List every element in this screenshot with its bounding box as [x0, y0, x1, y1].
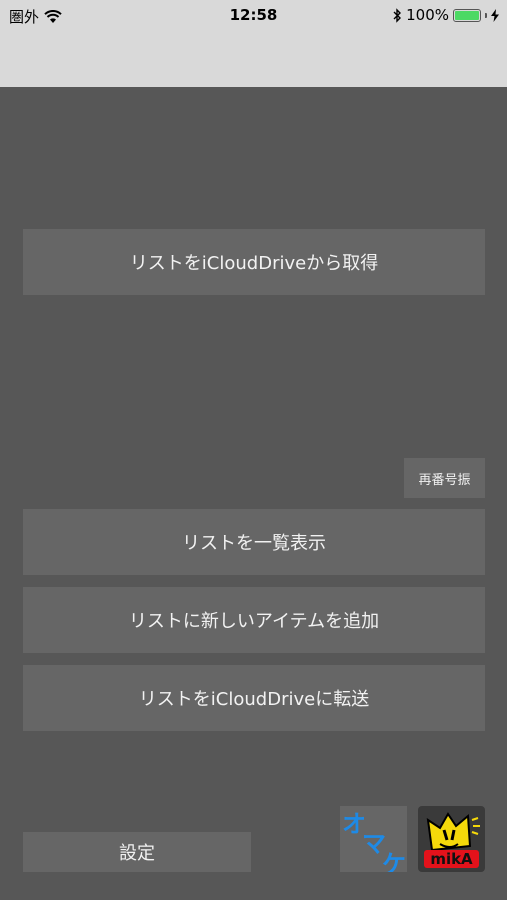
battery-icon — [453, 8, 481, 22]
show-list-button[interactable]: リストを一覧表示 — [23, 509, 485, 575]
bluetooth-icon — [393, 7, 402, 23]
battery-cap — [485, 12, 487, 18]
omake-char-3: ケ — [382, 850, 406, 872]
charging-icon — [491, 8, 499, 22]
mika-logo-button[interactable]: mikA — [418, 806, 485, 872]
navigation-bar — [0, 30, 507, 87]
omake-button[interactable]: オ マ ケ — [340, 806, 407, 872]
status-bar: 圏外 12:58 100% — [0, 0, 507, 30]
battery-percent: 100% — [406, 6, 449, 24]
transfer-to-icloud-button[interactable]: リストをiCloudDriveに転送 — [23, 665, 485, 731]
battery-level — [455, 10, 479, 20]
fetch-from-icloud-button[interactable]: リストをiCloudDriveから取得 — [23, 229, 485, 295]
mika-logo-text: mikA — [430, 850, 473, 868]
settings-button[interactable]: 設定 — [23, 832, 251, 872]
add-item-button[interactable]: リストに新しいアイテムを追加 — [23, 587, 485, 653]
renumber-button[interactable]: 再番号振 — [404, 458, 485, 498]
status-right: 100% — [393, 6, 499, 24]
mika-logo-icon: mikA — [424, 812, 480, 868]
